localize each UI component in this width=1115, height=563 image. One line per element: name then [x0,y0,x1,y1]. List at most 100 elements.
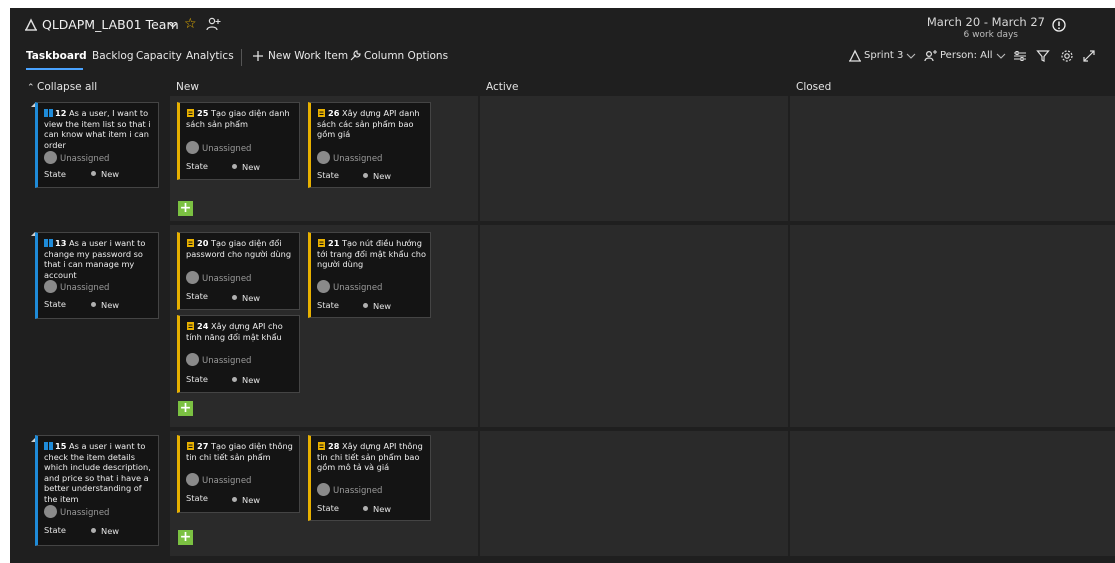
work-item-id[interactable]: 24 [197,321,208,331]
state-value[interactable]: New [91,526,119,536]
tab-taskboard[interactable]: Taskboard [26,50,87,62]
add-task-button[interactable]: + [178,401,193,416]
work-item-id[interactable]: 27 [197,441,208,451]
state-value[interactable]: New [232,375,260,385]
view-toolbar: Taskboard Backlog Capacity Analytics New… [10,44,1115,70]
work-item-id[interactable]: 25 [197,108,208,118]
new-work-item-button[interactable]: New Work Item [268,50,348,62]
column-options-button[interactable]: Column Options [364,50,448,62]
assignee[interactable]: Unassigned [186,141,251,154]
add-task-button[interactable]: + [178,530,193,545]
sprint-work-days: 6 work days [963,30,1018,40]
state-dot [91,528,96,533]
work-item-id[interactable]: 26 [328,108,339,118]
avatar [317,280,330,293]
expand-icon[interactable] [1082,49,1096,63]
filter-icon[interactable] [1036,49,1050,63]
avatar [317,151,330,164]
state-dot [91,171,96,176]
state-value[interactable]: New [232,162,260,172]
lane-1-active-cell [480,96,788,221]
avatar [44,280,57,293]
state-value[interactable]: New [363,301,391,311]
collapse-all-icon[interactable]: ⌃ [27,83,35,93]
lane-3-active-cell [480,431,788,556]
task-card[interactable]: 20 Tạo giao diện đổi password cho người … [177,232,300,310]
state-dot [363,303,368,308]
avatar [186,141,199,154]
sprint-date-range: March 20 - March 27 [926,15,1045,29]
team-name[interactable]: QLDAPM_LAB01 Team [42,17,179,32]
state-value[interactable]: New [363,171,391,181]
assignee[interactable]: Unassigned [317,151,382,164]
assignee[interactable]: Unassigned [186,473,251,486]
work-item-id[interactable]: 13 [55,238,66,248]
column-header-active: Active [486,81,519,93]
task-card[interactable]: 27 Tạo giao diện thông tin chi tiết sản … [177,435,300,513]
task-card[interactable]: 25 Tạo giao diện danh sách sản phẩm Unas… [177,102,300,180]
state-label: State [186,374,208,384]
avatar [186,271,199,284]
state-label: State [317,300,339,310]
add-task-button[interactable]: + [178,201,193,216]
work-item-id[interactable]: 21 [328,238,339,248]
assignee[interactable]: Unassigned [317,280,382,293]
wrench-icon[interactable] [348,49,362,63]
people-icon[interactable] [206,17,222,31]
assignee[interactable]: Unassigned [186,271,251,284]
clipboard-icon [187,322,194,330]
avatar [44,151,57,164]
chevron-down-icon[interactable] [906,51,916,61]
assignee[interactable]: Unassigned [317,483,382,496]
state-label: State [44,525,66,535]
plus-icon[interactable] [251,49,265,63]
state-value[interactable]: New [232,495,260,505]
task-card[interactable]: 21 Tạo nút điều hướng tới trang đổi mật … [308,232,431,318]
assignee[interactable]: Unassigned [44,505,109,518]
state-dot [363,506,368,511]
clipboard-icon [318,442,325,450]
assignee[interactable]: Unassigned [186,353,251,366]
chevron-down-icon[interactable] [996,51,1006,61]
state-value[interactable]: New [91,169,119,179]
collapse-all-button[interactable]: Collapse all [37,81,97,93]
story-card[interactable]: 12 As a user, I want to view the item li… [35,102,159,188]
work-item-id[interactable]: 12 [55,108,66,118]
tab-backlog[interactable]: Backlog [92,50,134,62]
sprint-selector[interactable]: Sprint 3 [864,50,903,61]
state-value[interactable]: New [91,300,119,310]
state-label: State [186,291,208,301]
sliders-icon[interactable] [1013,49,1027,63]
state-value[interactable]: New [363,504,391,514]
task-card[interactable]: 28 Xây dựng API thông tin chi tiết sản p… [308,435,431,521]
work-item-id[interactable]: 15 [55,441,66,451]
state-label: State [186,493,208,503]
task-card[interactable]: 24 Xây dựng API cho tính năng đổi mật kh… [177,315,300,393]
state-value[interactable]: New [232,293,260,303]
state-dot [232,497,237,502]
lane-3-closed-cell [790,431,1115,556]
person-icon[interactable] [924,49,938,63]
book-icon [44,442,53,450]
work-item-id[interactable]: 20 [197,238,208,248]
star-icon[interactable]: ☆ [184,16,197,32]
tab-analytics[interactable]: Analytics [186,50,234,62]
assignee[interactable]: Unassigned [44,151,109,164]
story-card[interactable]: 15 As a user i want to check the item de… [35,435,159,546]
chevron-down-icon[interactable] [167,19,179,31]
gear-icon[interactable] [1060,49,1074,63]
assignee[interactable]: Unassigned [44,280,109,293]
work-item-id[interactable]: 28 [328,441,339,451]
card-title: 25 Tạo giao diện danh sách sản phẩm [186,108,295,129]
team-header: QLDAPM_LAB01 Team ☆ March 20 - March 27 … [10,8,1115,42]
column-header-closed: Closed [796,81,832,93]
task-card[interactable]: 26 Xây dựng API danh sách các sản phẩm b… [308,102,431,188]
state-label: State [44,299,66,309]
tab-capacity[interactable]: Capacity [136,50,182,62]
state-label: State [186,161,208,171]
card-title: 24 Xây dựng API cho tính năng đổi mật kh… [186,321,295,342]
info-icon[interactable] [1052,18,1066,32]
sprint-icon[interactable] [848,49,862,63]
person-filter[interactable]: Person: All [940,50,993,61]
story-card[interactable]: 13 As a user i want to change my passwor… [35,232,159,319]
